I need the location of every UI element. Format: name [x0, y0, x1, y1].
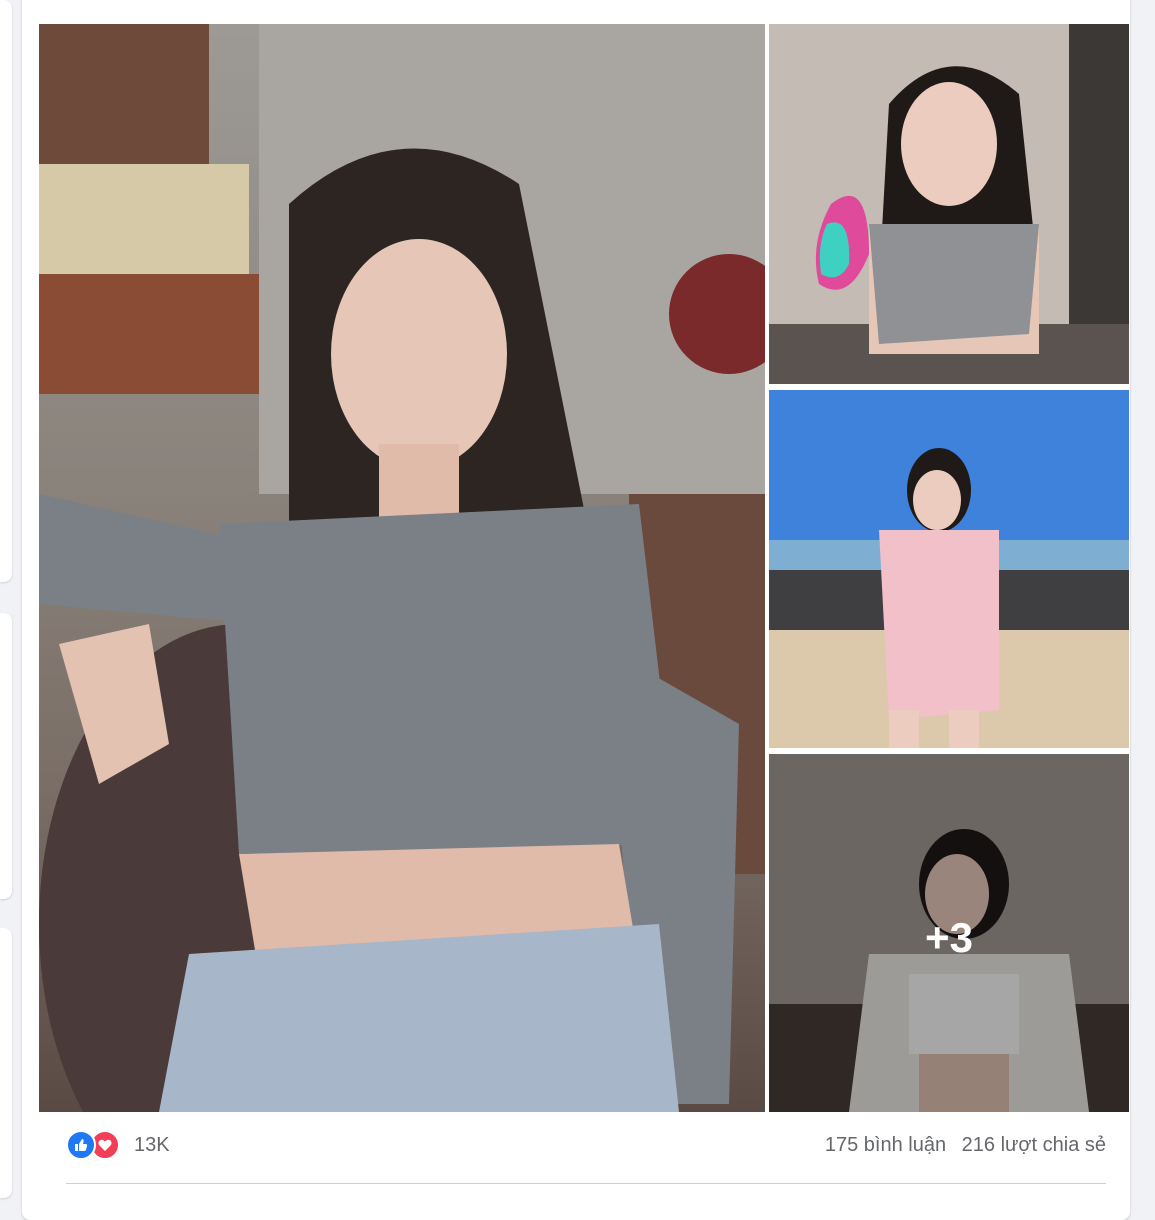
shares-count-link[interactable]: 216 lượt chia sẻ — [962, 1134, 1106, 1156]
post-text-cutoff — [200, 0, 420, 6]
left-column-card — [0, 613, 12, 899]
post-photo-3[interactable] — [769, 390, 1129, 748]
photo-2-illustration — [769, 24, 1129, 384]
left-column-card — [0, 0, 12, 582]
more-photos-overlay[interactable]: +3 — [769, 754, 1129, 1112]
stats-divider — [66, 1183, 1106, 1184]
comments-shares: 175 bình luận 216 lượt chia sẻ — [815, 1134, 1106, 1157]
comments-count-link[interactable]: 175 bình luận — [825, 1134, 946, 1156]
post-photo-main[interactable] — [39, 24, 765, 1112]
photo-3-illustration — [769, 390, 1129, 748]
left-column-card — [0, 928, 12, 1198]
reaction-count[interactable]: 13K — [134, 1134, 170, 1157]
reactions-summary[interactable]: 13K — [66, 1130, 170, 1160]
post-photo-4-more[interactable]: +3 — [769, 754, 1129, 1112]
like-icon — [66, 1130, 96, 1160]
photo-main-illustration — [39, 24, 765, 1112]
post-stats-bar: 13K 175 bình luận 216 lượt chia sẻ — [66, 1130, 1106, 1168]
post-photo-2[interactable] — [769, 24, 1129, 384]
more-photos-count: +3 — [925, 914, 973, 961]
